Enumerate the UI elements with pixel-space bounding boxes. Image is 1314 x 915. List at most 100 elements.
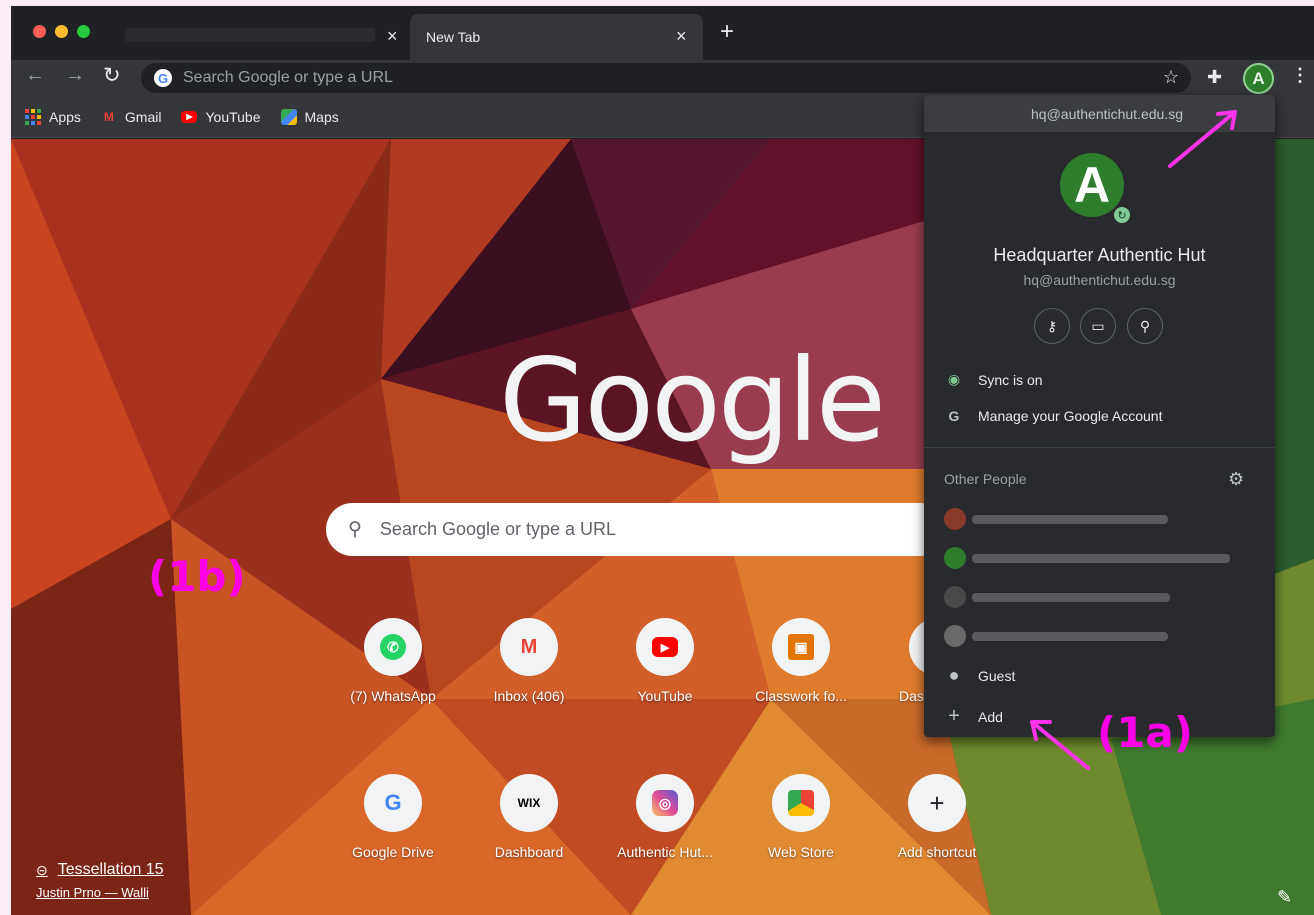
shortcut-classwork[interactable]: ▣ Classwork fo... xyxy=(737,618,865,704)
gmail-icon: M xyxy=(103,109,114,124)
other-person-row[interactable] xyxy=(944,586,1170,608)
person-name-redacted xyxy=(972,592,1170,602)
background-credit: ⊝ Tessellation 15 Justin Prno — Walli xyxy=(36,861,164,900)
bookmark-youtube[interactable]: ▶ YouTube xyxy=(181,108,261,125)
youtube-icon: ▶ xyxy=(181,110,198,123)
maximize-window-button[interactable] xyxy=(77,25,90,38)
person-name-redacted xyxy=(972,514,1168,524)
bookmark-label: YouTube xyxy=(205,108,261,125)
sync-badge-icon: ↻ xyxy=(1112,205,1132,225)
profile-avatar-button[interactable]: A xyxy=(1243,63,1274,94)
plus-icon: + xyxy=(948,705,960,727)
bookmark-maps[interactable]: Maps xyxy=(280,108,339,125)
tab-new-tab[interactable]: New Tab × xyxy=(410,14,703,60)
sync-label: Sync is on xyxy=(978,371,1043,388)
link-icon: ⊝ xyxy=(36,861,48,878)
shortcut-whatsapp[interactable]: ✆ (7) WhatsApp xyxy=(329,618,457,704)
guest-label: Guest xyxy=(978,667,1016,684)
chrome-web-store-icon xyxy=(788,790,814,816)
other-person-row[interactable] xyxy=(944,625,1168,647)
profile-name: Headquarter Authentic Hut xyxy=(993,245,1206,265)
shortcut-google-drive[interactable]: G Google Drive xyxy=(329,774,457,860)
bookmark-apps[interactable]: Apps xyxy=(25,108,81,125)
pencil-icon[interactable]: ✎ xyxy=(1277,887,1292,908)
close-icon[interactable]: × xyxy=(676,26,687,47)
person-avatar xyxy=(944,547,966,569)
person-avatar xyxy=(944,586,966,608)
close-window-button[interactable] xyxy=(33,25,46,38)
google-logo: Google xyxy=(499,334,886,467)
wix-icon: WIX xyxy=(517,796,541,810)
shortcut-label: Web Store xyxy=(768,844,834,860)
tab-title-redacted xyxy=(125,28,375,42)
instagram-icon: ◎ xyxy=(652,790,678,816)
shortcut-icon-circle: M xyxy=(500,618,558,676)
forward-arrow-icon[interactable]: → xyxy=(65,64,85,87)
bookmark-gmail[interactable]: M Gmail xyxy=(101,109,162,125)
back-arrow-icon[interactable]: ← xyxy=(25,64,45,87)
google-g-icon: G xyxy=(948,408,960,424)
shortcut-add[interactable]: + Add shortcut xyxy=(873,774,1001,860)
shortcut-label: Add shortcut xyxy=(897,844,977,860)
shortcut-icon-circle: + xyxy=(908,774,966,832)
credit-author-link[interactable]: Justin Prno — Walli xyxy=(36,885,164,900)
shortcut-inbox[interactable]: M Inbox (406) xyxy=(465,618,593,704)
person-circle-icon: ● xyxy=(948,665,960,685)
add-label: Add xyxy=(978,708,1003,725)
profile-menu-header: hq@authentichut.edu.sg xyxy=(924,95,1275,132)
profile-email: hq@authentichut.edu.sg xyxy=(1023,272,1176,288)
shortcut-authentic-hut[interactable]: ◎ Authentic Hut... xyxy=(601,774,729,860)
bookmark-label: Gmail xyxy=(124,108,162,125)
bookmark-star-icon[interactable]: ☆ xyxy=(1163,67,1179,88)
omnibox[interactable]: G Search Google or type a URL ☆ xyxy=(141,63,1191,93)
gmail-icon: M xyxy=(520,635,538,658)
person-name-redacted xyxy=(972,553,1230,563)
bookmark-label: Maps xyxy=(304,108,339,125)
ntp-search-placeholder: Search Google or type a URL xyxy=(379,519,617,539)
google-g-icon: G xyxy=(154,69,172,87)
shortcut-icon-circle: ▣ xyxy=(772,618,830,676)
manage-account-label: Manage your Google Account xyxy=(978,408,1163,424)
gear-icon[interactable]: ⚙ xyxy=(1228,469,1244,490)
credit-title: Tessellation 15 xyxy=(57,861,164,878)
shortcut-dashboard[interactable]: WIX Dashboard xyxy=(465,774,593,860)
other-person-row[interactable] xyxy=(944,508,1168,530)
extensions-puzzle-icon[interactable]: ✚ xyxy=(1207,67,1222,88)
divider xyxy=(924,447,1275,448)
new-tab-button[interactable]: + xyxy=(720,20,734,44)
maps-icon xyxy=(280,108,297,125)
more-menu-icon[interactable]: ⋮ xyxy=(1291,65,1309,86)
credit-title-link[interactable]: ⊝ Tessellation 15 xyxy=(36,861,164,879)
tab-strip: × New Tab × + xyxy=(11,6,1314,60)
person-avatar xyxy=(944,508,966,530)
person-avatar xyxy=(944,625,966,647)
location-pin-icon[interactable]: ⚲ xyxy=(1127,308,1163,344)
minimize-window-button[interactable] xyxy=(55,25,68,38)
shortcut-web-store[interactable]: Web Store xyxy=(737,774,865,860)
ntp-search-box[interactable]: ⚲ Search Google or type a URL xyxy=(326,503,946,556)
shortcut-icon-circle: ✆ xyxy=(364,618,422,676)
shortcut-dashboard-partial[interactable]: Das... xyxy=(873,618,931,704)
other-person-row[interactable] xyxy=(944,547,1230,569)
shortcut-icon-circle: WIX xyxy=(500,774,558,832)
youtube-icon: ▶ xyxy=(652,637,678,657)
annotation-label-1a: (1a) xyxy=(1097,708,1193,757)
sync-icon: ◉ xyxy=(947,371,961,387)
annotation-label-1b: (1b) xyxy=(148,552,246,601)
passwords-key-icon[interactable]: ⚷ xyxy=(1034,308,1070,344)
add-person-row[interactable]: + Add xyxy=(944,705,1003,728)
shortcut-youtube[interactable]: ▶ YouTube xyxy=(601,618,729,704)
shortcut-label: Authentic Hut... xyxy=(617,844,713,860)
manage-account-row[interactable]: G Manage your Google Account xyxy=(944,408,1163,424)
close-icon[interactable]: × xyxy=(387,26,398,47)
sync-status-row[interactable]: ◉ Sync is on xyxy=(944,371,1043,388)
shortcut-icon-circle xyxy=(772,774,830,832)
person-name-redacted xyxy=(972,631,1168,641)
payment-card-icon[interactable]: ▭ xyxy=(1080,308,1116,344)
plus-icon: + xyxy=(929,787,945,818)
shortcut-icon-circle: ◎ xyxy=(636,774,694,832)
guest-row[interactable]: ● Guest xyxy=(944,665,1016,686)
google-g-icon: G xyxy=(384,790,402,815)
reload-icon[interactable]: ↻ xyxy=(103,63,121,88)
tab-inactive[interactable]: × xyxy=(115,14,410,60)
